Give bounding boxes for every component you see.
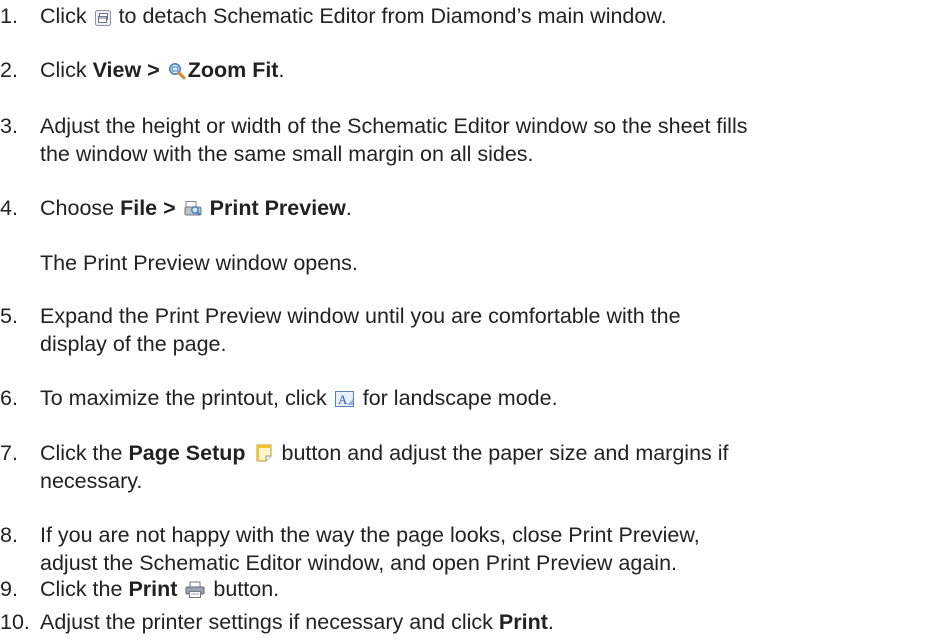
step-text: Adjust the printer settings if necessary…	[40, 610, 493, 634]
step-text: .	[278, 58, 285, 82]
step-number: 5.	[0, 304, 18, 328]
print-preview-icon	[184, 200, 202, 218]
step-text: Click	[40, 4, 87, 28]
step-number: 6.	[0, 386, 18, 410]
step-text: Adjust the height or width of the Schema…	[40, 114, 748, 138]
step-number: 2.	[0, 58, 18, 82]
step-text: If you are not happy with the way the pa…	[40, 523, 700, 547]
page-setup-icon	[254, 443, 274, 463]
menu-zoom-fit: Zoom Fit	[187, 58, 279, 82]
step-text: .	[345, 196, 352, 220]
menu-view: View >	[92, 58, 160, 82]
note-text: The Print Preview window opens.	[40, 251, 358, 275]
step-text: display of the page.	[40, 332, 227, 356]
step-number: 8.	[0, 523, 18, 547]
printer-icon	[185, 581, 205, 599]
step-text: to detach Schematic Editor from Diamond’…	[118, 4, 667, 28]
step-number: 4.	[0, 196, 18, 220]
menu-print-preview: Print Preview	[209, 196, 346, 220]
step-text: necessary.	[40, 469, 143, 493]
instruction-document: 1. Click to detach Schematic Editor from…	[0, 0, 929, 642]
step-text: button.	[213, 577, 280, 601]
detach-icon	[94, 10, 111, 26]
step-number: 9.	[0, 577, 18, 601]
step-number: 10.	[0, 610, 30, 634]
step-number: 3.	[0, 114, 18, 138]
step-text: Click	[40, 58, 87, 82]
step-text: the window with the same small margin on…	[40, 142, 534, 166]
step-text: button and adjust the paper size and mar…	[281, 441, 729, 465]
step-number: 7.	[0, 441, 18, 465]
step-text: Click the	[40, 441, 123, 465]
step-text: Expand the Print Preview window until yo…	[40, 304, 681, 328]
svg-text:A: A	[338, 392, 348, 407]
menu-file: File >	[120, 196, 176, 220]
page-setup-label: Page Setup	[128, 441, 246, 465]
step-text: for landscape mode.	[362, 386, 558, 410]
step-text: Choose	[40, 196, 115, 220]
step-number: 1.	[0, 4, 18, 28]
step-text: adjust the Schematic Editor window, and …	[40, 551, 678, 575]
print-label: Print	[498, 610, 548, 634]
print-label: Print	[128, 577, 178, 601]
step-text: Click the	[40, 577, 123, 601]
landscape-icon: A	[334, 390, 355, 408]
zoom-fit-icon	[168, 62, 186, 80]
step-text: .	[547, 610, 554, 634]
step-text: To maximize the printout, click	[40, 386, 327, 410]
